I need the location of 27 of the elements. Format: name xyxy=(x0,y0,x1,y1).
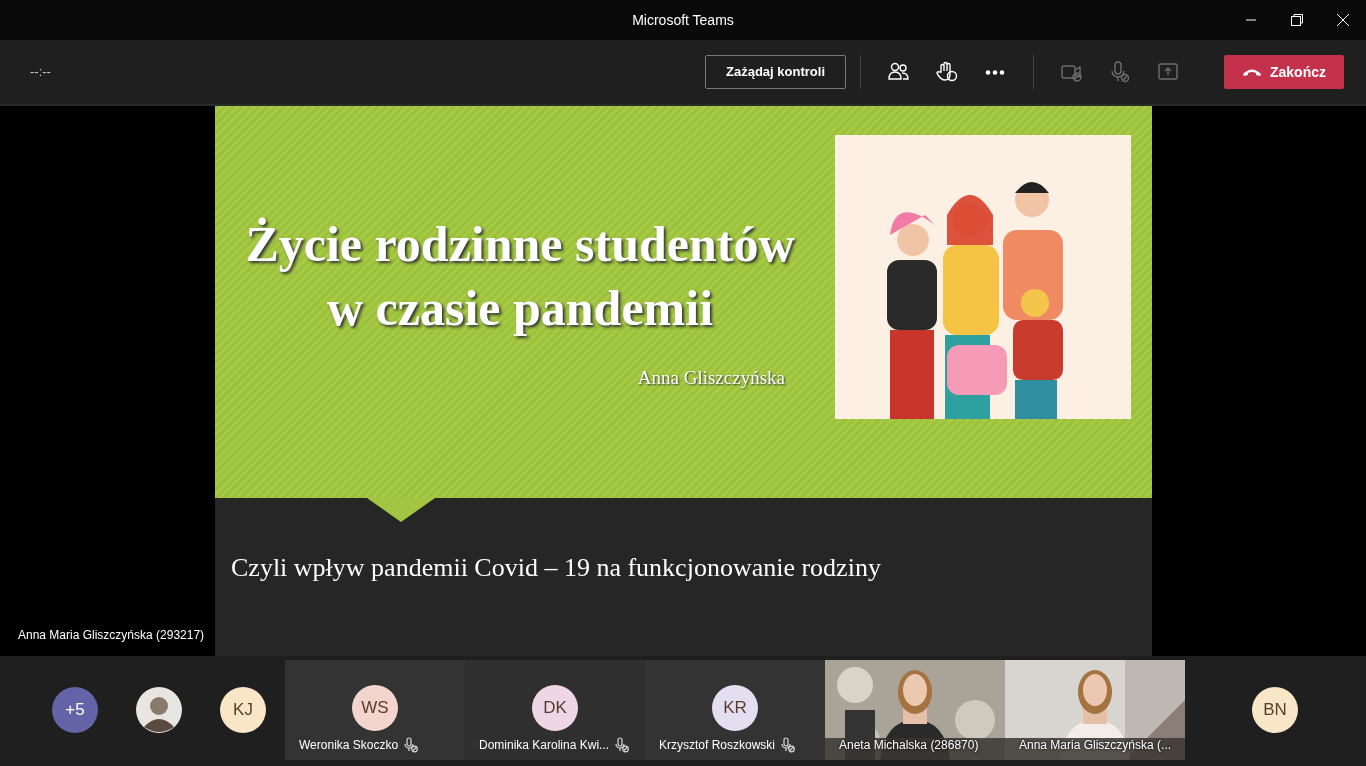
hang-up-icon xyxy=(1242,67,1262,77)
close-icon xyxy=(1336,13,1350,27)
slide-subtitle: Czyli wpływ pandemii Covid – 19 na funkcjonowanie rodziny xyxy=(231,552,882,584)
participant-name: Weronika Skoczko xyxy=(299,737,399,754)
participant-name: Anna Maria Gliszczyńska (... xyxy=(1019,737,1172,754)
end-call-button[interactable]: Zakończ xyxy=(1224,55,1344,89)
avatar: WS xyxy=(352,685,398,731)
slide-title: Życie rodzinne studentów w czasie pandemii xyxy=(244,214,796,338)
avatar-silhouette xyxy=(136,687,182,733)
restore-icon xyxy=(1290,13,1304,27)
participant-name: Aneta Michalska (286870) xyxy=(839,737,979,754)
participant-name: Krzysztof Roszkowski xyxy=(659,737,776,754)
slide-notch xyxy=(367,498,435,522)
avatar: KR xyxy=(712,685,758,731)
participant-name: Dominika Karolina Kwi... xyxy=(479,737,610,754)
presenter-name: Anna Maria Gliszczyńska (293217) xyxy=(18,627,205,644)
window-title: Microsoft Teams xyxy=(632,10,734,30)
call-timer: --:-- xyxy=(30,63,51,82)
more-icon xyxy=(985,69,1005,75)
more-participants-button[interactable]: +5 xyxy=(52,687,98,733)
avatar: DK xyxy=(532,685,578,731)
microphone-off-icon xyxy=(1108,60,1132,84)
avatar: BN xyxy=(1252,687,1298,733)
avatar: KJ xyxy=(220,687,266,733)
raise-hand-icon xyxy=(935,60,959,84)
request-control-button[interactable]: Zażądaj kontroli xyxy=(705,55,846,89)
slide-author: Anna Gliszczyńska xyxy=(637,365,785,390)
